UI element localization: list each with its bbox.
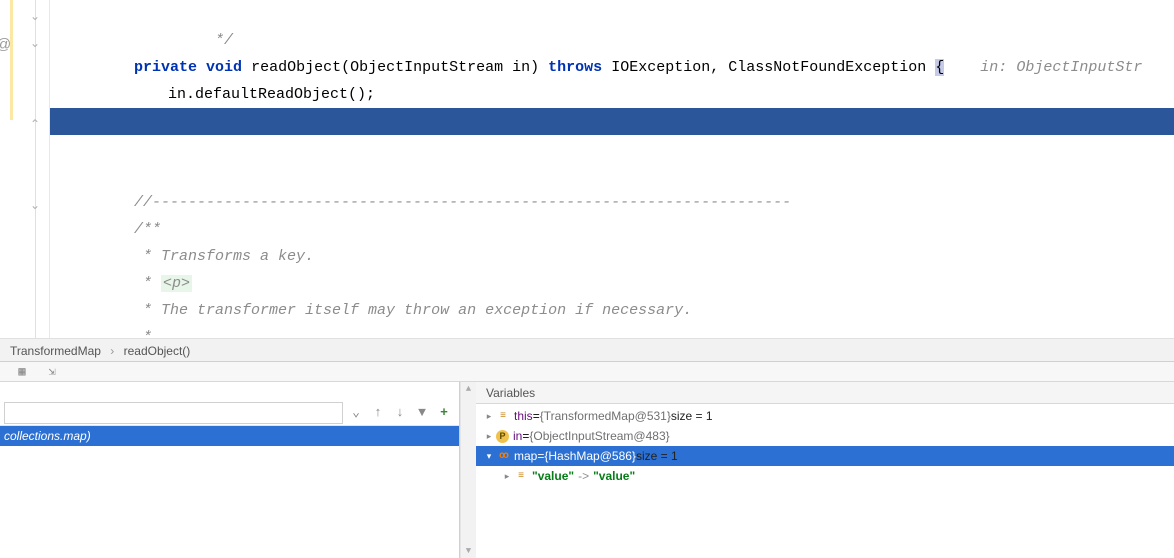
fold-start-icon[interactable]: ⌄ bbox=[29, 199, 41, 212]
scroll-down-icon[interactable]: ▼ bbox=[466, 544, 471, 558]
arrow-icon: -> bbox=[578, 466, 589, 486]
code-line-blank[interactable] bbox=[50, 135, 1174, 162]
layout-tabular-icon[interactable]: ▦ bbox=[14, 364, 30, 380]
breadcrumb-class[interactable]: TransformedMap bbox=[10, 344, 101, 358]
javadoc-line[interactable]: * The transformer itself may throw an ex… bbox=[50, 270, 1174, 297]
fold-end-icon[interactable]: ⌃ bbox=[29, 118, 41, 131]
layout-restore-icon[interactable]: ⇲ bbox=[44, 364, 60, 380]
debug-views-toolbar: ▦ ⇲ bbox=[0, 362, 1174, 382]
javadoc-line[interactable]: /** bbox=[50, 189, 1174, 216]
javadoc-line[interactable]: * bbox=[50, 297, 1174, 324]
variable-value: {TransformedMap@531} bbox=[540, 406, 671, 426]
variable-row-map[interactable]: ▾ oo map = {HashMap@586} size = 1 bbox=[476, 446, 1174, 466]
code-line[interactable]: map = (Map) in.readObject(); in: ObjectI… bbox=[50, 81, 1174, 108]
frame-label: collections.map) bbox=[4, 429, 91, 443]
chevron-right-icon: › bbox=[110, 344, 114, 358]
change-marker bbox=[10, 0, 13, 120]
frames-panel: ⌄ ↑ ↓ ▼ + collections.map) bbox=[0, 382, 460, 558]
variable-name: in bbox=[513, 426, 522, 446]
previous-frame-icon[interactable]: ↑ bbox=[367, 402, 389, 424]
filter-icon[interactable]: ▼ bbox=[411, 402, 433, 424]
code-content[interactable]: */ private void readObject(ObjectInputSt… bbox=[50, 0, 1174, 324]
scroll-up-icon[interactable]: ▲ bbox=[466, 382, 471, 396]
fold-end-icon[interactable]: ⌄ bbox=[29, 10, 41, 23]
variable-row-in[interactable]: ▸ P in = {ObjectInputStream@483} bbox=[476, 426, 1174, 446]
execution-line[interactable]: } bbox=[50, 108, 1174, 135]
method-signature[interactable]: private void readObject(ObjectInputStrea… bbox=[50, 27, 1174, 54]
variable-name: map bbox=[514, 446, 537, 466]
entry-value: "value" bbox=[593, 466, 635, 486]
frames-list[interactable]: collections.map) bbox=[0, 426, 459, 558]
variable-row-entry[interactable]: ▸ ≡ "value" -> "value" bbox=[476, 466, 1174, 486]
breadcrumb-method[interactable]: readObject() bbox=[124, 344, 191, 358]
variable-value: {ObjectInputStream@483} bbox=[529, 426, 669, 446]
next-frame-icon[interactable]: ↓ bbox=[389, 402, 411, 424]
breadcrumb[interactable]: TransformedMap › readObject() bbox=[0, 338, 1174, 362]
variable-size: size = 1 bbox=[636, 446, 678, 466]
javadoc-line[interactable]: * Transforms a key. bbox=[50, 216, 1174, 243]
debugger-panel: ⌄ ↑ ↓ ▼ + collections.map) ▲ ▼ Variables… bbox=[0, 382, 1174, 558]
object-icon: ≡ bbox=[514, 469, 528, 483]
variables-tree[interactable]: ▸ ≡ this = {TransformedMap@531} size = 1… bbox=[476, 404, 1174, 558]
code-line[interactable]: */ bbox=[50, 0, 1174, 27]
collapse-icon[interactable]: ▾ bbox=[482, 446, 496, 466]
code-line[interactable]: in.defaultReadObject(); bbox=[50, 54, 1174, 81]
code-editor[interactable]: @ ⌄ ⌄ ⌃ ⌄ */ private void readObject(Obj… bbox=[0, 0, 1174, 338]
editor-gutter: @ ⌄ ⌄ ⌃ ⌄ bbox=[0, 0, 50, 338]
variable-size: size = 1 bbox=[671, 406, 713, 426]
variable-name: this bbox=[514, 406, 533, 426]
override-gutter-icon[interactable]: @ bbox=[0, 36, 11, 53]
thread-selector[interactable] bbox=[4, 402, 343, 424]
equals: = bbox=[522, 426, 529, 446]
stack-frame[interactable]: collections.map) bbox=[0, 426, 459, 446]
fold-start-icon[interactable]: ⌄ bbox=[29, 37, 41, 50]
parameter-icon: P bbox=[496, 430, 509, 443]
equals: = bbox=[533, 406, 540, 426]
comment-text: * bbox=[134, 329, 152, 338]
entry-key: "value" bbox=[532, 466, 574, 486]
expand-icon[interactable]: ▸ bbox=[482, 406, 496, 426]
expand-icon[interactable]: ▸ bbox=[500, 466, 514, 486]
equals: = bbox=[537, 446, 544, 466]
frames-panel-header bbox=[0, 382, 459, 400]
add-icon[interactable]: + bbox=[433, 402, 455, 424]
frames-toolbar: ⌄ ↑ ↓ ▼ + bbox=[0, 400, 459, 426]
variables-panel-header: Variables bbox=[476, 382, 1174, 404]
scrollbar[interactable]: ▲ ▼ bbox=[460, 382, 476, 558]
chevron-down-icon[interactable]: ⌄ bbox=[345, 402, 367, 424]
variable-row-this[interactable]: ▸ ≡ this = {TransformedMap@531} size = 1 bbox=[476, 406, 1174, 426]
map-icon: oo bbox=[496, 449, 510, 463]
code-line[interactable]: //--------------------------------------… bbox=[50, 162, 1174, 189]
variable-value: {HashMap@586} bbox=[544, 446, 636, 466]
expand-icon[interactable]: ▸ bbox=[482, 426, 496, 446]
fold-guide bbox=[35, 0, 36, 338]
object-icon: ≡ bbox=[496, 409, 510, 423]
variables-panel: Variables ▸ ≡ this = {TransformedMap@531… bbox=[476, 382, 1174, 558]
stack-frame-empty bbox=[0, 446, 459, 466]
javadoc-line[interactable]: * <p> bbox=[50, 243, 1174, 270]
